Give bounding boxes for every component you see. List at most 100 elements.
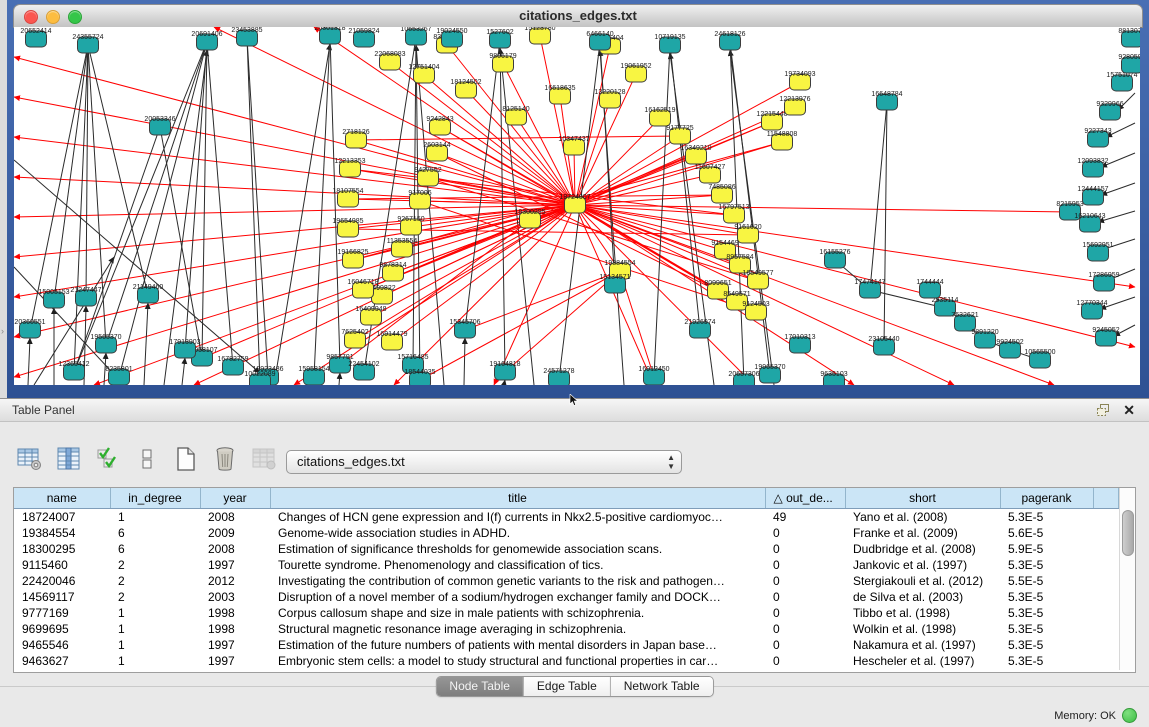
row-height-button[interactable] [133, 445, 161, 473]
network-edge[interactable] [339, 373, 340, 385]
network-node[interactable]: 917006 [408, 190, 431, 209]
table-cell[interactable]: Genome-wide association studies in ADHD. [270, 525, 765, 541]
network-node[interactable]: 10719135 [654, 34, 685, 53]
network-node[interactable]: 9806179 [489, 53, 516, 72]
table-cell[interactable]: 1 [110, 509, 200, 526]
table-cell[interactable]: 5.5E-5 [1000, 573, 1093, 589]
network-node[interactable]: 10653267 [400, 27, 431, 45]
network-nodes[interactable]: 1872400792428432603144942755291700692671… [14, 27, 1140, 385]
network-node[interactable]: 19565370 [90, 334, 121, 353]
column-header-year[interactable]: year [200, 488, 270, 509]
float-panel-icon[interactable] [1096, 403, 1111, 417]
table-cell[interactable]: Estimation of significance thresholds fo… [270, 541, 765, 557]
network-edge[interactable] [416, 45, 444, 385]
network-edge[interactable] [164, 50, 207, 385]
network-node[interactable]: 22068083 [374, 51, 405, 70]
table-row[interactable]: 977716911998Corpus callosum shape and si… [14, 605, 1119, 621]
table-cell[interactable]: 0 [765, 653, 845, 669]
table-cell[interactable]: 2008 [200, 541, 270, 557]
table-row[interactable]: 946362711997Embryonic stem cells: a mode… [14, 653, 1119, 669]
network-node[interactable]: 16409948 [355, 306, 386, 325]
network-node[interactable]: 18124502 [450, 79, 481, 98]
table-cell[interactable]: Investigating the contribution of common… [270, 573, 765, 589]
scrollbar-thumb[interactable] [1122, 510, 1134, 556]
table-row[interactable]: 911546021997Tourette syndrome. Phenomeno… [14, 557, 1119, 573]
table-cell[interactable]: 9699695 [14, 621, 110, 637]
network-node[interactable]: 16648784 [871, 91, 902, 110]
column-header-pagerank[interactable]: pagerank [1000, 488, 1093, 509]
network-node[interactable]: 10347437 [558, 136, 589, 155]
network-node[interactable]: 20691406 [191, 31, 222, 50]
vertical-scrollbar[interactable] [1119, 488, 1135, 670]
table-cell[interactable]: Estimation of the future numbers of pati… [270, 637, 765, 653]
table-cell[interactable]: Franke et al. (2009) [845, 525, 1000, 541]
table-row[interactable]: 1456911722003Disruption of a novel membe… [14, 589, 1119, 605]
network-node[interactable]: 9124503 [742, 301, 769, 320]
table-row[interactable]: 2242004622012Investigating the contribut… [14, 573, 1119, 589]
network-node[interactable]: 16914479 [376, 331, 407, 350]
network-node[interactable]: 16797513 [718, 204, 749, 223]
table-cell[interactable]: 1998 [200, 621, 270, 637]
table-cell[interactable]: 2008 [200, 509, 270, 526]
table-cell[interactable]: 1 [110, 653, 200, 669]
network-node[interactable]: 23105440 [868, 336, 899, 355]
network-window[interactable]: citations_edges.txt 18724007924284326031… [7, 0, 1149, 398]
network-node[interactable]: 15958154 [298, 366, 329, 385]
network-node[interactable]: 11548808 [767, 131, 798, 150]
network-edge[interactable] [28, 338, 30, 385]
network-node[interactable]: 9427552 [414, 167, 441, 186]
table-cell[interactable]: 1 [110, 637, 200, 653]
network-node[interactable]: 16155276 [819, 249, 850, 268]
column-header-title[interactable]: title [270, 488, 765, 509]
table-cell[interactable]: 2 [110, 557, 200, 573]
network-edge[interactable] [504, 380, 505, 385]
network-node[interactable]: 21149460 [133, 284, 164, 303]
network-node[interactable]: 19166825 [337, 249, 368, 268]
table-row[interactable]: 1830029562008Estimation of significance … [14, 541, 1119, 557]
network-edge[interactable] [575, 205, 1054, 385]
network-node[interactable]: 9242843 [426, 116, 453, 135]
network-edge[interactable] [884, 102, 887, 347]
show-column-button[interactable] [55, 445, 83, 473]
table-row[interactable]: 946554611997Estimation of the future num… [14, 637, 1119, 653]
table-cell[interactable]: 6 [110, 541, 200, 557]
network-node[interactable]: 21926974 [684, 319, 715, 338]
network-node[interactable]: 24355724 [72, 34, 103, 53]
table-cell[interactable]: Hescheler et al. (1997) [845, 653, 1000, 669]
network-node[interactable]: 18544035 [404, 369, 435, 385]
network-node[interactable]: 24618126 [714, 31, 745, 50]
table-cell[interactable]: 5.3E-5 [1000, 621, 1093, 637]
network-node[interactable]: 1744444 [916, 279, 943, 298]
table-cell[interactable]: 18724007 [14, 509, 110, 526]
network-edge[interactable] [670, 45, 700, 330]
network-edge[interactable] [314, 36, 330, 377]
network-node[interactable]: 7485086 [708, 184, 735, 203]
network-edge[interactable] [575, 205, 954, 385]
network-node[interactable]: 2603144 [423, 142, 450, 161]
table-row[interactable]: 1938455462009Genome-wide association stu… [14, 525, 1119, 541]
network-node[interactable]: 9878314 [379, 262, 406, 281]
table-cell[interactable]: Disruption of a novel member of a sodium… [270, 589, 765, 605]
network-node[interactable]: 8813074 [1118, 28, 1140, 47]
table-cell[interactable]: 9777169 [14, 605, 110, 621]
table-cell[interactable]: 9463627 [14, 653, 110, 669]
table-cell[interactable]: 2 [110, 589, 200, 605]
network-node[interactable]: 2718126 [342, 129, 369, 148]
table-cell[interactable]: 0 [765, 621, 845, 637]
table-cell[interactable]: 5.3E-5 [1000, 589, 1093, 605]
network-window-titlebar[interactable]: citations_edges.txt [13, 4, 1143, 28]
network-node[interactable]: 15005153 [38, 289, 69, 308]
table-cell[interactable]: 9115460 [14, 557, 110, 573]
network-node[interactable]: 22454102 [348, 361, 379, 380]
network-edge[interactable] [119, 42, 207, 377]
table-mode-button[interactable] [16, 445, 44, 473]
table-cell[interactable]: Changes of HCN gene expression and I(f) … [270, 509, 765, 526]
table-cell[interactable]: 1 [110, 621, 200, 637]
select-all-button[interactable] [94, 445, 122, 473]
network-edge[interactable] [182, 358, 185, 385]
network-node[interactable]: 15692951 [1082, 242, 1113, 261]
network-node[interactable]: 19654985 [332, 218, 363, 237]
network-node[interactable]: 20360551 [14, 319, 45, 338]
network-node[interactable]: 10565500 [1024, 349, 1055, 368]
network-node[interactable]: 12213353 [334, 158, 365, 177]
